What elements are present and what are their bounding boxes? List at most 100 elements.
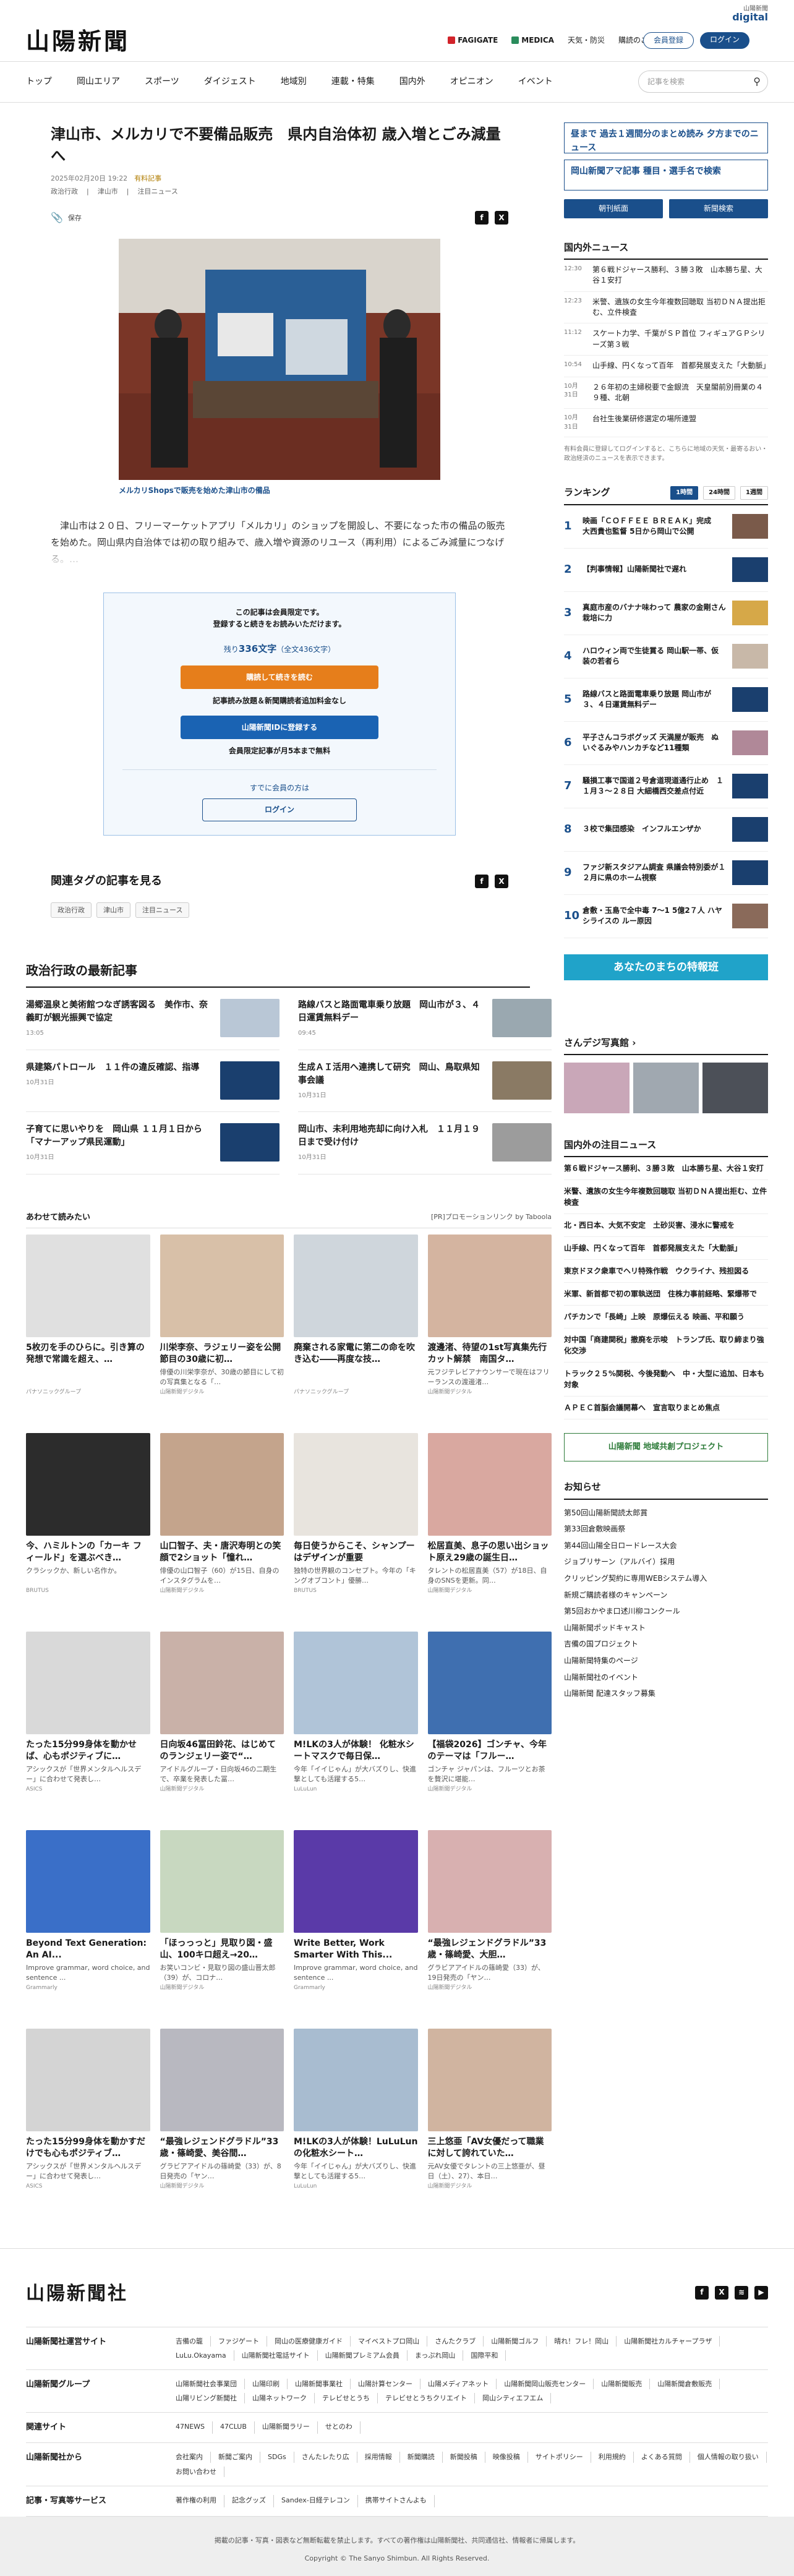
footer-link[interactable]: 山陽新聞岡山販売センター <box>497 2379 594 2390</box>
footer-link[interactable]: 著作権の利用 <box>168 2494 224 2507</box>
footer-link[interactable]: 47NEWS <box>168 2421 213 2434</box>
recommend-card[interactable]: 「ほっっっと」見取り図・盛山、100キロ超え→20… お笑いコンビ・見取り図の盛… <box>160 1829 284 2019</box>
footer-link[interactable]: 晴れ！フレ！岡山 <box>547 2336 617 2347</box>
notice-link[interactable]: 第50回山陽新聞読太郎賞 <box>564 1505 768 1521</box>
recommend-card[interactable]: 【福袋2026】ゴンチャ、今年のテーマは「フルー… ゴンチャ ジャパンは、フルー… <box>427 1631 552 1820</box>
footer-link[interactable]: SDGs <box>260 2452 294 2463</box>
list-item[interactable]: ＡＰＥＣ首脳会議開幕へ 宣言取りまとめ焦点 <box>564 1397 768 1420</box>
footer-link[interactable]: 会社案内 <box>168 2452 211 2463</box>
recommend-card[interactable]: たった15分99身体を動かすだけでも心もポジティブ… アシックスが「世界メンタル… <box>26 2028 150 2217</box>
list-item[interactable]: 生成ＡＩ活用へ連携して研究 岡山、鳥取県知事会議 10月31日 <box>298 1050 552 1113</box>
ranking-item[interactable]: 6 平子さんコラボグッズ 天満屋が販売 ぬいぐるみやハンカチなど11種類 <box>564 722 768 765</box>
footer-link[interactable]: 山陽新聞社カルチャープラザ <box>617 2336 720 2347</box>
list-item[interactable]: 湯郷温泉と美術館つなぎ誘客図る 美作市、奈義町が観光振興で協定 13:05 <box>26 988 280 1050</box>
recommend-card[interactable]: 5枚刃を手のひらに。引き算の発想で常識を超え、… パナソニックグループ <box>26 1234 150 1423</box>
x-icon[interactable]: X <box>495 211 508 225</box>
gallery-photo[interactable] <box>564 1063 630 1114</box>
site-logo[interactable]: 山陽新聞 <box>26 24 130 60</box>
recommend-card[interactable]: 今、ハミルトンの「カーキ フィールド」を選ぶべき… クラシックか、新しい名作か。… <box>26 1432 150 1622</box>
footer-link[interactable]: 山陽新聞社会事業団 <box>168 2379 245 2390</box>
recommend-card[interactable]: 三上悠亜「AV女優だって職業に対して誇れていた… 元AV女優でタレントの三上悠亜… <box>427 2028 552 2217</box>
recommend-card[interactable]: 日向坂46冨田鈴花、はじめてのランジェリー姿で“… アイドルグループ・日向坂46… <box>160 1631 284 1820</box>
footer-link[interactable]: 山陽新聞社電話サイト <box>234 2350 318 2361</box>
facebook-icon[interactable]: f <box>695 2285 709 2300</box>
recommend-card[interactable]: M!LKの3人が体験！ 化粧水シートマスクで毎日保… 今年「イイじゃん」が大バズ… <box>294 1631 418 1820</box>
recommend-card[interactable]: 廃棄される家電に第二の命を吹き込む――再度な技… パナソニックグループ <box>294 1234 418 1423</box>
ranking-item[interactable]: 7 騒損工事で国道２号倉道現道通行止め １１月３〜２８日 大細橋西交差点付近 <box>564 765 768 808</box>
ranking-item[interactable]: 3 真庭市産のバナナ味わって 農家の金剛さん栽培に力 <box>564 592 768 635</box>
footer-link[interactable]: 個人情報の取り扱い <box>690 2452 767 2463</box>
footer-link[interactable]: 岡山の医療健康ガイド <box>267 2336 351 2347</box>
footer-link[interactable]: ファジゲート <box>211 2336 267 2347</box>
nav-item-digest[interactable]: ダイジェスト <box>204 75 256 89</box>
photo-gallery-heading[interactable]: さんデジ写真館 › <box>564 1036 768 1056</box>
nav-item-world[interactable]: 国内外 <box>399 75 425 89</box>
morning-paper-button[interactable]: 朝刊紙面 <box>564 199 663 218</box>
list-item[interactable]: 子育てに思いやりを 岡山県 １１月１日から「マナーアップ県民運動」 10月31日 <box>26 1112 280 1175</box>
nav-item-event[interactable]: イベント <box>518 75 553 89</box>
gallery-photo[interactable] <box>633 1063 699 1114</box>
footer-link[interactable]: 携帯サイトさんよも <box>358 2494 435 2507</box>
ranking-item[interactable]: 10 倉敷・玉島で全中毒 7〜1 5億2７人 ハヤシライスの ルー原因 <box>564 895 768 938</box>
notice-link[interactable]: 山陽新聞 配達スタッフ募集 <box>564 1685 768 1702</box>
notice-link[interactable]: 山陽新聞社のイベント <box>564 1669 768 1686</box>
footer-link[interactable]: 山陽印刷 <box>245 2379 288 2390</box>
notice-link[interactable]: 第44回山陽全日ロードレース大会 <box>564 1538 768 1554</box>
header-link-medica[interactable]: MEDICA <box>511 35 554 46</box>
list-item[interactable]: 米警、遺族の女生今年複数回聴取 当初ＤＮＡ提出拒む、立件検査 <box>564 1180 768 1215</box>
related-tag[interactable]: 注目ニュース <box>135 902 190 918</box>
list-item[interactable]: トラック２５%関税、今後発動へ 中・大型に追加、日本も対象 <box>564 1363 768 1397</box>
list-item[interactable]: 12:30 第６戦ドジャース勝利、３勝３敗 山本勝ち星、大谷１安打 <box>564 260 768 292</box>
register-id-button[interactable]: 山陽新聞IDに登録する <box>181 715 378 740</box>
list-item[interactable]: 10月31日 台社生後業研修選定の場所連盟 <box>564 409 768 438</box>
footer-link[interactable]: テレビせとうちクリエイト <box>378 2393 475 2404</box>
footer-link[interactable]: 利用規約 <box>591 2452 634 2463</box>
recommend-card[interactable]: “最強レジェンドグラドル”33歳・篠崎愛、大胆… グラビアアイドルの篠崎愛（33… <box>427 1829 552 2019</box>
nav-item-sports[interactable]: スポーツ <box>145 75 179 89</box>
search-input[interactable]: 記事を検索 <box>638 71 768 93</box>
ranking-item[interactable]: 4 ハロウィン両で生徒賞る 岡山駅一帯、仮装の若者ら <box>564 635 768 678</box>
nav-item-series[interactable]: 連載・特集 <box>331 75 375 89</box>
footer-link[interactable]: まっぷれ岡山 <box>408 2350 464 2361</box>
ranking-item[interactable]: 8 ３校で集団感染 インフルエンザか <box>564 808 768 852</box>
notice-link[interactable]: 吉備の国プロジェクト <box>564 1636 768 1653</box>
paper-search-button[interactable]: 新聞検索 <box>669 199 768 218</box>
x-icon[interactable]: X <box>715 2285 728 2300</box>
footer-link[interactable]: 採用情報 <box>357 2452 400 2463</box>
list-item[interactable]: パチカンで「長崎」上映 原爆伝える 映画、平和願う <box>564 1306 768 1329</box>
notice-link[interactable]: 第33回倉敷映画祭 <box>564 1521 768 1538</box>
ranking-item[interactable]: 9 ファジ新スタジアム調査 県議会特別委が１２月に県のホーム視察 <box>564 852 768 895</box>
notice-link[interactable]: ジョブリサーン（アルバイ）採用 <box>564 1554 768 1570</box>
notice-link[interactable]: 山陽新聞特集のページ <box>564 1653 768 1669</box>
youtube-icon[interactable]: ▶ <box>754 2285 768 2300</box>
notice-link[interactable]: クリッピング契約に専用WEBシステム導入 <box>564 1570 768 1587</box>
list-item[interactable]: 第６戦ドジャース勝利、３勝３敗 山本勝ち星、大谷１安打 <box>564 1157 768 1181</box>
footer-link[interactable]: さんたクラブ <box>427 2336 484 2347</box>
list-item[interactable]: 対中国「商建関税」撤廃を示唆 トランプ氏、取り締まり強化交渉 <box>564 1329 768 1363</box>
save-button[interactable]: 保存 <box>68 213 82 223</box>
rss-icon[interactable]: ≋ <box>735 2285 748 2300</box>
recommend-card[interactable]: 松居直美、息子の思い出ショット原え29歳の誕生日… タレントの松居直美（57）が… <box>427 1432 552 1622</box>
gallery-photo[interactable] <box>702 1063 768 1114</box>
footer-link[interactable]: 新聞ご案内 <box>211 2452 260 2463</box>
footer-link[interactable]: 47CLUB <box>213 2421 255 2434</box>
nav-item-top[interactable]: トップ <box>26 75 52 89</box>
ranking-item[interactable]: 1 映画「ＣＯＦＦＥＥ ＢＲＥＡＫ」完成 大西貴也監督 5日から岡山で公開 <box>564 505 768 549</box>
tag-link[interactable]: 津山市 <box>98 186 118 197</box>
list-item[interactable]: 11:12 スケート力学、千葉がＳＰ首位 フィギュアＧＰシリーズ第３戦 <box>564 323 768 356</box>
list-item[interactable]: 東京ドヌク衆車でヘリ特殊作戦 ウクライナ、残担図る <box>564 1260 768 1283</box>
ranking-item[interactable]: 5 路線バスと路面電車乗り放題 岡山市が３、４日運賃無料デー <box>564 678 768 722</box>
login-button[interactable]: ログイン <box>699 32 749 49</box>
related-tag[interactable]: 政治行政 <box>51 902 92 918</box>
footer-link[interactable]: よくある質問 <box>634 2452 690 2463</box>
search-icon[interactable]: ⚲ <box>753 74 761 90</box>
nav-item-region[interactable]: 地域別 <box>281 75 307 89</box>
notice-link[interactable]: 第5回おかやま口述川柳コンクール <box>564 1603 768 1620</box>
list-item[interactable]: 10月31日 ２６年初の主婦税要で金銀流 天皇閣前別冊業の４９種、北朝 <box>564 377 768 409</box>
recommend-card[interactable]: 毎日使うからこそ、シャンプーはデザインが重要 独特の世界観のコンセプト。今年の「… <box>294 1432 418 1622</box>
footer-link[interactable]: Sandex-日経テレコン <box>274 2494 358 2507</box>
list-item[interactable]: 12:23 米警、遺族の女生今年複数回聴取 当初ＤＮＡ提出拒む、立件検査 <box>564 292 768 324</box>
register-button[interactable]: 会員登録 <box>642 32 694 49</box>
ama-search-banner[interactable]: 岡山新聞アマ記事 種目・選手名で検索 <box>564 160 768 190</box>
footer-link[interactable]: 山陽新聞ゴルフ <box>484 2336 547 2347</box>
